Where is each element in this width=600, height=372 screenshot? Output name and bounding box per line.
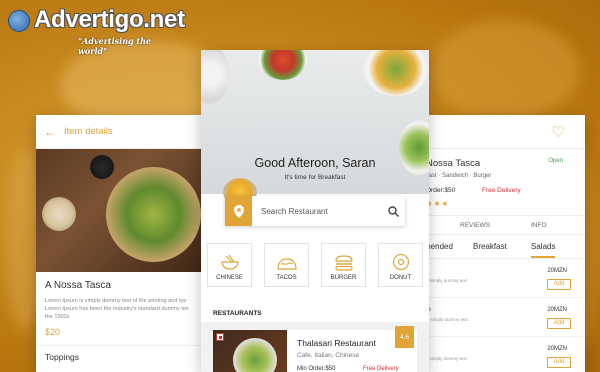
- greeting-title: Good Afteroon, Saran: [254, 156, 376, 170]
- tab-reviews[interactable]: REVIEWS: [460, 222, 490, 229]
- home-screen: Good Afteroon, Saran It's time for Break…: [201, 50, 429, 372]
- egg-bowl-image: [201, 50, 229, 104]
- info-tabs: REVIEWS INFO: [420, 215, 585, 235]
- tab-info[interactable]: INFO: [531, 222, 547, 229]
- restaurant-name: Nossa Tasca: [426, 158, 481, 169]
- restaurant-categories: kfast · Sandwich · Burger: [424, 173, 492, 179]
- item-price: 20MZN: [547, 346, 567, 352]
- donut-icon: [392, 253, 409, 271]
- min-order-label: Order:$50: [426, 187, 456, 194]
- toppings-label: Toppings: [45, 352, 80, 362]
- location-pin-icon[interactable]: [225, 196, 252, 226]
- tomato-bowl-image: [259, 50, 307, 80]
- restaurant-image: [213, 330, 287, 372]
- veg-badge-icon: [216, 333, 224, 341]
- open-status-badge: Open: [548, 158, 563, 164]
- restaurant-detail-screen: ♡ Nossa Tasca Open kfast · Sandwich · Bu…: [420, 115, 585, 372]
- menu-tabs: mended Breakfast Salads: [420, 235, 585, 259]
- restaurant-card[interactable]: Thalasari Restaurant Cafe, Italian, Chin…: [213, 326, 417, 372]
- category-list: CHINESE TACOS BURGER DONUT: [207, 243, 423, 287]
- restaurant-cuisines: Cafe, Italian, Chinese: [297, 352, 360, 359]
- item-details-header: ← Item details: [36, 115, 206, 149]
- list-item: s e simply dummy text 20MZN Add: [420, 262, 585, 298]
- background-food: [430, 20, 580, 120]
- search-bar[interactable]: Search Restaurant: [225, 196, 405, 226]
- watermark-tagline: "Advertising the world": [78, 36, 151, 56]
- globe-icon: [8, 10, 30, 32]
- restaurants-heading: RESTAURANTS: [213, 310, 262, 317]
- divider: [36, 345, 206, 346]
- add-button[interactable]: Add: [547, 279, 571, 290]
- tab-salads[interactable]: Salads: [531, 242, 556, 258]
- bowl-icon: [220, 255, 239, 270]
- back-arrow-icon[interactable]: ←: [44, 125, 56, 139]
- item-title: A Nossa Tasca: [45, 280, 111, 291]
- list-item: s simply dummy text 20MZN Add: [420, 340, 585, 372]
- category-donut[interactable]: DONUT: [378, 243, 423, 287]
- item-details-screen: ← Item details A Nossa Tasca Lorem Ipsum…: [36, 115, 206, 372]
- cup-image: [42, 197, 76, 231]
- rating-stars: ★★★: [426, 199, 450, 208]
- rating-badge: 4.6: [395, 326, 414, 348]
- search-input[interactable]: Search Restaurant: [252, 207, 381, 216]
- salad-plate-image: [106, 167, 201, 262]
- restaurant-header: ♡: [420, 115, 585, 149]
- min-order-label: Min Order:$50: [297, 366, 336, 372]
- item-description: Lorem Ipsum is simply dummy text of the …: [45, 298, 189, 320]
- free-delivery-label: Free Delivery: [363, 366, 399, 372]
- greeting-subtitle: It's time for Breakfast: [284, 174, 346, 181]
- item-price: 20MZN: [547, 307, 567, 313]
- taco-icon: [276, 258, 297, 270]
- tab-breakfast[interactable]: Breakfast: [473, 242, 507, 251]
- free-delivery-label: Free Delivery: [482, 187, 521, 194]
- breakfast-bowl-image: [363, 50, 429, 96]
- watermark-title: Advertigo.net: [34, 6, 185, 33]
- search-icon[interactable]: [381, 205, 405, 217]
- restaurant-name: Thalasari Restaurant: [297, 338, 376, 348]
- add-button[interactable]: Add: [547, 318, 571, 329]
- watermark-logo: Advertigo.net "Advertising the world": [8, 6, 185, 56]
- list-item: lo is simply dummy text 20MZN Add: [420, 301, 585, 337]
- header-label: Item details: [64, 126, 113, 137]
- heart-icon[interactable]: ♡: [552, 123, 565, 141]
- category-burger[interactable]: BURGER: [321, 243, 366, 287]
- add-button[interactable]: Add: [547, 357, 571, 368]
- category-tacos[interactable]: TACOS: [264, 243, 309, 287]
- burger-icon: [334, 255, 353, 271]
- item-photo: [36, 149, 206, 272]
- pepper-bowl-image: [90, 155, 114, 179]
- item-price: 20MZN: [547, 268, 567, 274]
- item-price: $20: [45, 327, 61, 337]
- hero-banner: Good Afteroon, Saran It's time for Break…: [201, 50, 429, 206]
- category-chinese[interactable]: CHINESE: [207, 243, 252, 287]
